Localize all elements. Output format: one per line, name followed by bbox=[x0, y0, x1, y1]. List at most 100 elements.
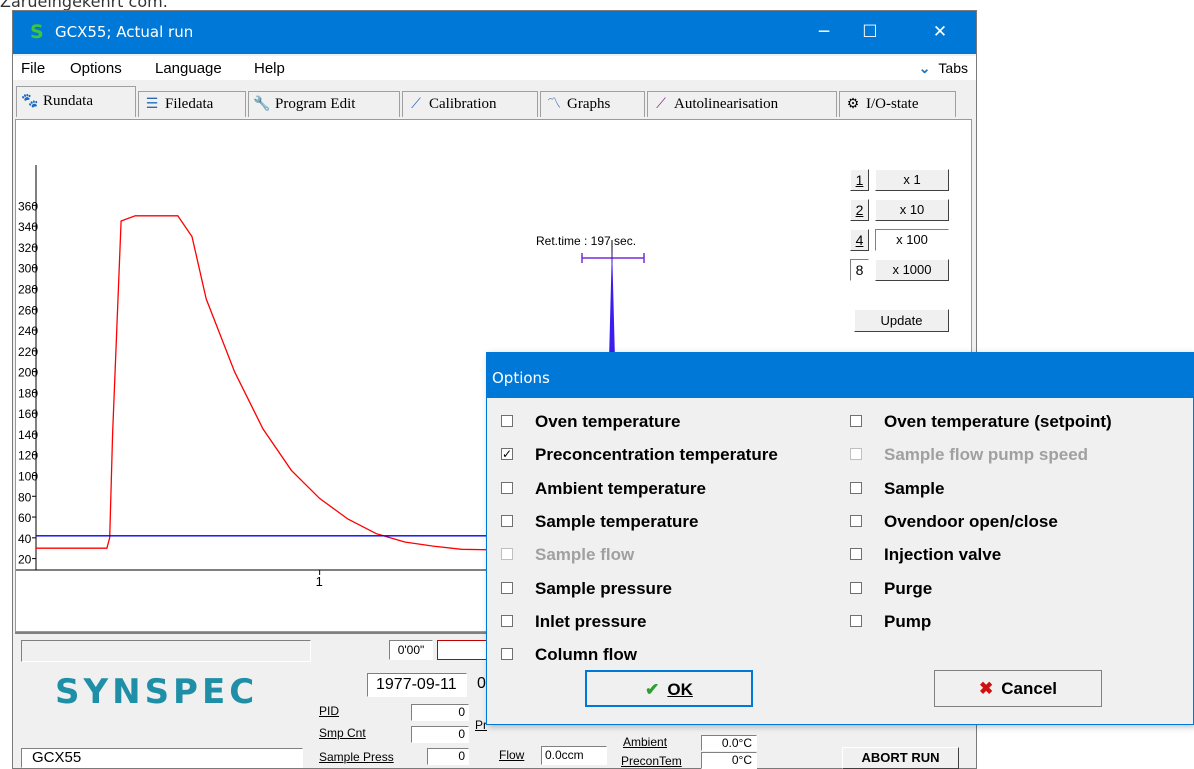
sample-press-label: Sample Press bbox=[319, 750, 394, 764]
cancel-button[interactable]: ✖ Cancel bbox=[934, 670, 1102, 707]
option-label: Sample bbox=[884, 478, 945, 498]
checkmark-icon: ✔ bbox=[645, 680, 660, 699]
x-tick-label: 1 bbox=[316, 574, 323, 589]
checkbox[interactable] bbox=[501, 648, 513, 661]
graph-icon: 〽 bbox=[547, 97, 561, 112]
option-label: Oven temperature bbox=[535, 412, 681, 431]
ambient-label: Ambient bbox=[623, 735, 668, 749]
flow-label: Flow bbox=[499, 748, 525, 762]
tab-calibration[interactable]: ⟋ Calibration bbox=[402, 91, 538, 117]
flow-value: 0.0ccm bbox=[541, 746, 607, 765]
option-label: Sample temperature bbox=[535, 511, 699, 531]
menu-options[interactable]: Options bbox=[70, 60, 122, 77]
checkbox[interactable] bbox=[501, 415, 513, 427]
close-button[interactable]: ✕ bbox=[917, 11, 963, 54]
option-label: Inlet pressure bbox=[535, 611, 647, 631]
tab-autolinearisation[interactable]: ⟋ Autolinearisation bbox=[647, 91, 837, 117]
checkbox[interactable] bbox=[850, 548, 862, 561]
option-checkbox-row[interactable]: Sample bbox=[850, 479, 1170, 499]
update-button[interactable]: Update bbox=[854, 309, 949, 332]
tab-bar: 🐾 Rundata ☰ Filedata 🔧 Program Edit ⟋ Calibr… bbox=[13, 83, 976, 119]
precontem-value: 0°C bbox=[701, 752, 757, 769]
y-tick-label: 180 bbox=[18, 386, 38, 400]
option-label: Sample flow pump speed bbox=[884, 445, 1089, 465]
scale-x1000-button[interactable]: x 1000 bbox=[875, 259, 949, 281]
options-dialog-title-bar: Options bbox=[487, 353, 1193, 398]
option-checkbox-row[interactable]: Oven temperature (setpoint) bbox=[850, 412, 1170, 432]
ambient-value: 0.0°C bbox=[701, 735, 757, 751]
tab-graphs[interactable]: 〽 Graphs bbox=[540, 91, 645, 117]
run-date-suffix: 0 bbox=[477, 675, 486, 692]
option-checkbox-row[interactable]: Pump bbox=[850, 612, 1170, 632]
menu-file[interactable]: File bbox=[21, 60, 45, 77]
y-tick-label: 80 bbox=[18, 490, 32, 504]
scale-4-button[interactable]: 4 bbox=[850, 229, 869, 251]
scale-x1-button[interactable]: x 1 bbox=[875, 169, 949, 191]
y-tick-label: 220 bbox=[18, 345, 38, 359]
option-label: Ambient temperature bbox=[535, 478, 706, 498]
option-checkbox-row[interactable]: Column flow bbox=[501, 645, 821, 665]
app-icon: S bbox=[30, 21, 44, 43]
y-tick-label: 120 bbox=[18, 449, 38, 463]
autolin-icon: ⟋ bbox=[656, 97, 666, 112]
tab-rundata[interactable]: 🐾 Rundata bbox=[16, 86, 136, 117]
checkbox[interactable] bbox=[850, 581, 862, 594]
y-tick-label: 60 bbox=[18, 511, 32, 525]
checkbox[interactable] bbox=[850, 514, 862, 527]
synspec-logo: SYNSPEC bbox=[55, 672, 259, 712]
calibration-icon: ⟋ bbox=[411, 97, 421, 112]
option-label: Preconcentration temperature bbox=[535, 445, 778, 465]
option-checkbox-row[interactable]: Ambient temperature bbox=[501, 479, 821, 499]
y-tick-label: 40 bbox=[18, 532, 32, 546]
y-tick-label: 140 bbox=[18, 428, 38, 442]
wrench-icon: 🔧 bbox=[253, 97, 271, 112]
option-checkbox-row[interactable]: Purge bbox=[850, 579, 1170, 599]
option-label: Oven temperature (setpoint) bbox=[884, 412, 1112, 431]
y-tick-label: 260 bbox=[18, 303, 38, 317]
checkbox[interactable] bbox=[850, 614, 862, 627]
option-checkbox-row[interactable]: Inlet pressure bbox=[501, 612, 821, 632]
checkbox[interactable] bbox=[501, 614, 513, 627]
ok-button[interactable]: ✔ OK bbox=[585, 670, 753, 707]
y-tick-label: 320 bbox=[18, 241, 38, 255]
tab-program-edit[interactable]: 🔧 Program Edit bbox=[248, 91, 400, 117]
status-field bbox=[21, 640, 311, 662]
option-label: Sample pressure bbox=[535, 578, 673, 598]
y-tick-label: 20 bbox=[18, 553, 32, 567]
scale-1-button[interactable]: 1 bbox=[850, 169, 869, 191]
checkbox-checked[interactable]: ✓ bbox=[501, 448, 513, 461]
tab-io-state[interactable]: ⚙ I/O-state bbox=[839, 91, 956, 117]
menu-help[interactable]: Help bbox=[254, 60, 285, 77]
checkbox[interactable] bbox=[850, 481, 862, 494]
option-checkbox-row[interactable]: Oven temperature bbox=[501, 412, 821, 432]
option-checkbox-row[interactable]: Sample pressure bbox=[501, 579, 821, 599]
option-checkbox-row[interactable]: Ovendoor open/close bbox=[850, 512, 1170, 532]
scale-x10-button[interactable]: x 10 bbox=[875, 199, 949, 221]
checkbox[interactable] bbox=[501, 514, 513, 527]
scale-x100-button[interactable]: x 100 bbox=[875, 229, 949, 251]
tab-filedata[interactable]: ☰ Filedata bbox=[138, 91, 246, 117]
abort-run-button[interactable]: ABORT RUN bbox=[842, 747, 959, 769]
background-caption: Zarueingekehrt com. bbox=[0, 0, 168, 10]
tabs-toggle[interactable]: ⌄ Tabs bbox=[919, 60, 968, 77]
options-dialog: Options ✔ OK ✖ Cancel Oven temperature ✓ Pre… bbox=[486, 352, 1194, 725]
option-checkbox-row[interactable]: ✓ Preconcentration temperature bbox=[501, 445, 821, 465]
scale-8-button[interactable]: 8 bbox=[850, 259, 869, 281]
checkbox[interactable] bbox=[850, 415, 862, 427]
checkbox[interactable] bbox=[501, 481, 513, 494]
y-tick-label: 240 bbox=[18, 324, 38, 338]
retention-time-label: Ret.time : 197 sec. bbox=[536, 234, 636, 248]
option-checkbox-row[interactable]: Sample temperature bbox=[501, 512, 821, 532]
pid-value: 0 bbox=[411, 704, 469, 721]
maximize-button[interactable]: ☐ bbox=[847, 11, 893, 54]
minimize-button[interactable]: ─ bbox=[801, 11, 847, 54]
scale-2-button[interactable]: 2 bbox=[850, 199, 869, 221]
checkbox[interactable] bbox=[501, 581, 513, 594]
options-dialog-title: Options bbox=[492, 369, 550, 387]
option-checkbox-row[interactable]: Injection valve bbox=[850, 545, 1170, 565]
progress-bar bbox=[437, 640, 487, 660]
menu-bar: File Options Language Help ⌄ Tabs bbox=[13, 56, 976, 80]
paw-icon: 🐾 bbox=[21, 94, 39, 109]
menu-language[interactable]: Language bbox=[155, 60, 222, 77]
sample-press-value: 0 bbox=[427, 748, 469, 765]
